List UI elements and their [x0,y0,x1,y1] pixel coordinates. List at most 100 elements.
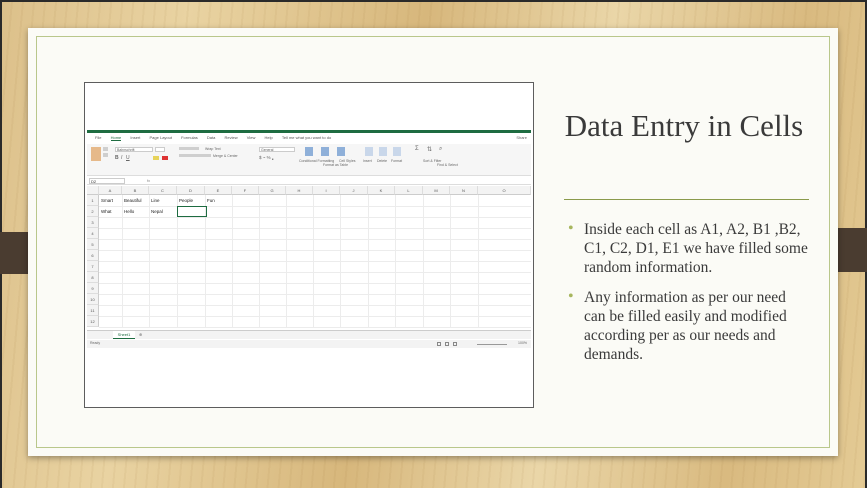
page-break-view-icon [453,342,457,346]
find-select-icon: ⌕ [439,146,443,152]
frame-border-top [0,0,867,2]
cell-E1: Fun [207,198,215,203]
cut-icon [103,147,108,151]
status-text: Ready [90,341,101,345]
grid-line [99,228,531,229]
zoom-level: 100% [518,341,527,345]
font-size-box [155,147,165,152]
grid-line [99,206,531,207]
sheet-tab: Sheet1 [113,331,135,339]
row-header-4: 4 [87,228,99,239]
cell-styles-label: Cell Styles [339,159,356,163]
zoom-slider [477,344,507,345]
menu-tell-me: Tell me what you want to do [281,135,332,140]
excel-ribbon: Bahnschrift B I U Wrap Text Merge & Cent… [87,144,531,176]
col-header-K: K [368,186,395,195]
grid-line [99,272,531,273]
selected-cell-D2 [177,206,207,217]
sort-filter-icon: ⇅ [427,147,433,153]
add-sheet-icon: ⊕ [139,332,143,337]
menu-formulas: Formulas [181,135,198,140]
row-header-8: 8 [87,272,99,283]
row-header-11: 11 [87,305,99,316]
cell-A2: What [101,209,112,214]
align-top-icon [179,147,199,150]
format-as-table-label: Format as Table [323,163,349,167]
normal-view-icon [437,342,441,346]
font-color-icon [162,156,168,160]
col-header-L: L [395,186,423,195]
paste-icon [91,147,101,161]
cell-B2: Hello [124,209,135,214]
copy-icon [103,153,108,157]
row-header-2: 2 [87,206,99,217]
currency-icon: $ ~ % ❟ [259,155,274,160]
delete-cells-icon [379,147,387,156]
bullet-item: • Any information as per our need can be… [568,288,808,364]
find-select-label: Find & Select [437,163,458,167]
bullet-text: Any information as per our need can be f… [584,289,787,363]
grid-line [99,239,531,240]
menu-file: File [95,135,102,140]
autosum-icon: Σ [415,146,419,152]
select-all-corner [87,186,99,195]
col-header-I: I [313,186,340,195]
cell-C1: Line [151,198,160,203]
menu-page-layout: Page Layout [149,135,172,140]
menu-help: Help [264,135,273,140]
col-header-C: C [149,186,177,195]
page-layout-view-icon [445,342,449,346]
sheet-tab-bar: Sheet1 ⊕ [87,330,531,339]
slide-title: Data Entry in Cells [564,108,804,143]
bullet-item: • Inside each cell as A1, A2, B1 ,B2, C1… [568,220,808,277]
col-header-N: N [450,186,478,195]
share-button: Share [516,135,527,140]
insert-label: Insert [363,159,372,163]
col-header-H: H [286,186,313,195]
cell-D1: People [179,198,194,203]
row-header-1: 1 [87,195,99,206]
number-format-box: General [259,147,295,152]
row-header-3: 3 [87,217,99,228]
title-divider [564,199,809,200]
underline-icon: U [126,155,130,161]
row-header-6: 6 [87,250,99,261]
col-header-E: E [205,186,232,195]
align-center-icon [179,154,211,157]
wrap-text-label: Wrap Text [205,147,221,151]
cell-B1: Beautiful [124,198,142,203]
grid-line [99,261,531,262]
col-header-G: G [259,186,286,195]
merge-center-label: Merge & Center [213,154,238,158]
status-bar: Ready 100% [87,340,531,348]
grid-line [99,327,531,328]
col-header-B: B [122,186,149,195]
format-label: Format [391,159,403,163]
slide: File Home Insert Page Layout Formulas Da… [28,28,838,456]
menu-data: Data [206,135,216,140]
cell-C2: Nepal [151,209,163,214]
bullet-dot-icon: • [568,220,574,237]
menu-review: Review [224,135,238,140]
grid-line [99,305,531,306]
grid-line [99,217,531,218]
bold-icon: B [115,155,119,161]
fill-color-icon [153,156,159,160]
excel-title-bar [87,130,531,133]
menu-view: View [246,135,256,140]
name-box: D2 [89,178,125,184]
grid-line [99,294,531,295]
format-as-table-icon [321,147,329,156]
excel-menu-bar: File Home Insert Page Layout Formulas Da… [87,135,531,144]
font-name-box: Bahnschrift [115,147,153,152]
italic-icon: I [121,155,123,161]
row-header-7: 7 [87,261,99,272]
row-header-9: 9 [87,283,99,294]
col-header-M: M [423,186,450,195]
grid-line [99,316,531,317]
conditional-formatting-icon [305,147,313,156]
bullet-list: • Inside each cell as A1, A2, B1 ,B2, C1… [568,220,808,375]
bullet-text: Inside each cell as A1, A2, B1 ,B2, C1, … [584,221,808,276]
row-header-10: 10 [87,294,99,305]
menu-home: Home [110,135,122,141]
